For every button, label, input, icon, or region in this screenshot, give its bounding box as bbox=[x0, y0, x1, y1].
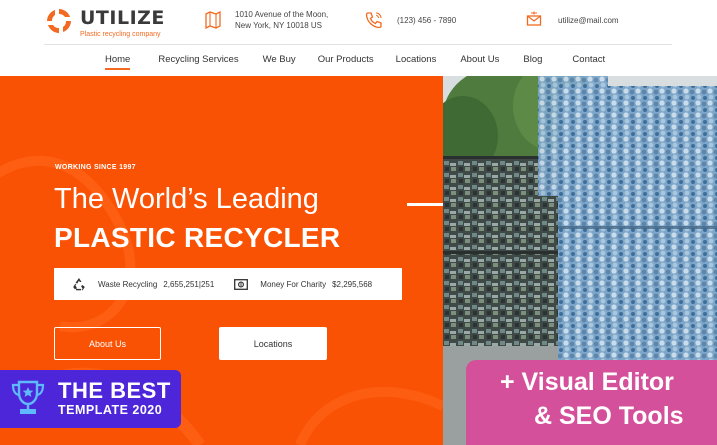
site-header: UTILIZE Plastic recycling company 1010 A… bbox=[0, 0, 717, 76]
stat-waste-label: Waste Recycling bbox=[98, 279, 158, 289]
header-divider bbox=[44, 44, 672, 45]
hero-title-line1: The World’s Leading bbox=[54, 183, 319, 215]
recycle-icon bbox=[73, 278, 85, 291]
stats-bar: Waste Recycling 2,655,251|251 Money For … bbox=[54, 268, 402, 300]
stat-waste-value: 2,655,251|251 bbox=[163, 279, 215, 289]
about-us-button[interactable]: About Us bbox=[54, 327, 161, 360]
nav-locations[interactable]: Locations bbox=[387, 46, 446, 74]
phone-icon bbox=[365, 12, 382, 29]
main-nav: Home Recycling Services We Buy Our Produ… bbox=[96, 46, 614, 74]
address-line1: 1010 Avenue of the Moon, bbox=[235, 10, 329, 19]
hero-dash bbox=[407, 203, 443, 206]
mail-icon bbox=[526, 11, 542, 26]
stat-waste-recycling: Waste Recycling 2,655,251|251 bbox=[72, 277, 214, 291]
money-icon bbox=[234, 278, 249, 290]
logo[interactable]: UTILIZE Plastic recycling company bbox=[44, 6, 174, 38]
nav-about-us[interactable]: About Us bbox=[451, 46, 508, 74]
best-template-badge: THE BEST TEMPLATE 2020 bbox=[0, 370, 181, 428]
logo-icon bbox=[47, 9, 71, 33]
locations-button[interactable]: Locations bbox=[219, 327, 327, 360]
hero-title-line2: PLASTIC RECYCLER bbox=[54, 222, 341, 253]
nav-recycling-services[interactable]: Recycling Services bbox=[149, 46, 247, 74]
nav-we-buy[interactable]: We Buy bbox=[254, 46, 305, 74]
stat-charity-value: $2,295,568 bbox=[332, 279, 373, 289]
promo-banner: + Visual Editor & SEO Tools bbox=[466, 360, 717, 445]
contact-phone[interactable]: (123) 456 - 7890 bbox=[365, 6, 456, 34]
stat-charity: Money For Charity $2,295,568 bbox=[234, 278, 373, 290]
stat-charity-label: Money For Charity bbox=[260, 279, 327, 289]
brand-name: UTILIZE bbox=[80, 7, 165, 29]
email-address: utilize@mail.com bbox=[558, 15, 619, 25]
nav-home[interactable]: Home bbox=[96, 46, 139, 74]
contact-address: 1010 Avenue of the Moon, New York, NY 10… bbox=[205, 6, 328, 34]
trophy-icon bbox=[11, 380, 45, 414]
badge-subtitle: TEMPLATE 2020 bbox=[58, 403, 163, 417]
nav-blog[interactable]: Blog bbox=[514, 46, 551, 74]
contact-email[interactable]: utilize@mail.com bbox=[526, 6, 619, 34]
nav-our-products[interactable]: Our Products bbox=[309, 46, 383, 74]
badge-title: THE BEST bbox=[58, 378, 171, 403]
promo-line1: + Visual Editor bbox=[500, 368, 674, 396]
brand-tagline: Plastic recycling company bbox=[80, 31, 161, 38]
nav-contact[interactable]: Contact bbox=[563, 46, 614, 74]
phone-number: (123) 456 - 7890 bbox=[397, 15, 457, 25]
promo-line2: & SEO Tools bbox=[534, 402, 684, 430]
map-icon bbox=[205, 11, 221, 29]
hero-eyebrow: WORKING SINCE 1997 bbox=[55, 164, 136, 171]
address-line2: New York, NY 10018 US bbox=[235, 21, 323, 30]
